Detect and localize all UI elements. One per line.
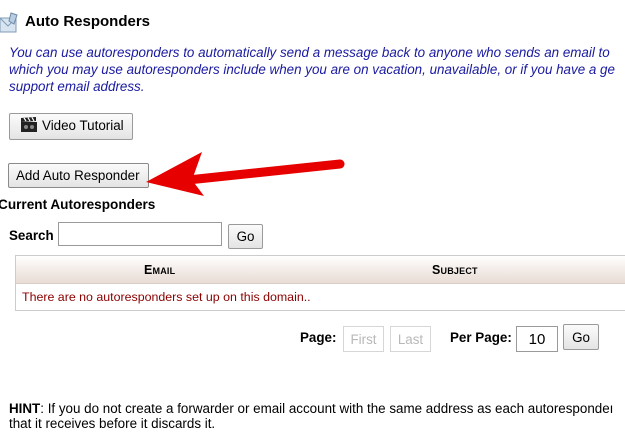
intro-line-1: You can use autoresponders to automatica… [9,45,610,60]
clapperboard-icon [20,117,38,136]
search-go-button[interactable]: Go [228,224,263,249]
add-auto-responder-button[interactable]: Add Auto Responder [8,163,149,188]
hint-text: HINT: If you do not create a forwarder o… [9,401,625,431]
hint-label: HINT [9,401,41,416]
per-page-input[interactable] [516,326,558,352]
autoresponders-table: Email Subject There are no autoresponder… [15,255,625,311]
page-title: Auto Responders [25,13,151,30]
section-title: Current Autoresponders [0,197,156,212]
per-page-go-button[interactable]: Go [563,324,599,350]
video-tutorial-label: Video Tutorial [42,118,124,133]
table-header: Email Subject [16,256,625,284]
red-arrow-annotation [140,146,350,201]
page-label: Page: [300,330,337,345]
intro-line-2: which you may use autoresponders include… [9,62,615,77]
intro-text: You can use autoresponders to automatica… [9,44,625,95]
empty-table-message: There are no autoresponders set up on th… [22,290,311,304]
search-input[interactable] [58,222,222,246]
hint-line-2: that it receives before it discards it. [9,416,216,431]
column-header-email[interactable]: Email [144,263,175,277]
last-page-button[interactable]: Last [390,326,431,352]
intro-line-3: support email address. [9,79,145,94]
first-page-button[interactable]: First [343,326,384,352]
search-label: Search [9,228,54,243]
column-header-subject[interactable]: Subject [432,263,478,277]
video-tutorial-button[interactable]: Video Tutorial [9,113,133,140]
hint-body: : If you do not create a forwarder or em… [40,401,614,416]
per-page-label: Per Page: [450,330,512,345]
mail-icon [0,12,18,34]
hint-line-1: HINT: If you do not create a forwarder o… [9,401,625,416]
